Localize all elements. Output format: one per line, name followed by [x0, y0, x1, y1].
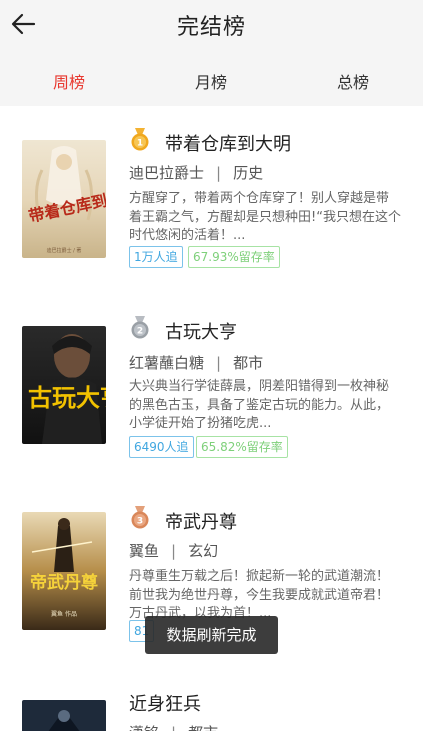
book-meta: 红薯蘸白糖 | 都市: [129, 352, 263, 373]
book-category: 都市: [233, 354, 264, 372]
tab-overall[interactable]: 总榜: [313, 69, 393, 93]
book-cover[interactable]: 古玩大亨: [22, 326, 106, 444]
book-item[interactable]: 近身狂兵 潇铭 | 都市: [0, 664, 423, 731]
tab-weekly[interactable]: 周榜: [29, 69, 109, 93]
book-cover[interactable]: [22, 700, 106, 731]
followers-tag: 1万人追: [129, 246, 183, 268]
book-meta: 翼鱼 | 玄幻: [129, 540, 218, 561]
bronze-medal-icon: 3: [130, 506, 150, 530]
book-item[interactable]: 带着仓库到大明 迪巴拉爵士 / 著 1 带着仓库到大明 迪巴拉爵士 | 历史 方醒穿…: [0, 106, 423, 286]
meta-separator: |: [171, 542, 177, 560]
retention-tag: 65.82%留存率: [196, 436, 288, 458]
svg-text:2: 2: [137, 327, 143, 337]
book-meta: 迪巴拉爵士 | 历史: [129, 162, 263, 183]
meta-separator: |: [216, 354, 222, 372]
silver-medal-icon: 2: [130, 316, 150, 340]
app-screen: 完结榜 周榜 月榜 总榜 带着仓库到大明 迪巴拉爵士 / 著 1 带着仓库到大明…: [0, 0, 423, 731]
book-title[interactable]: 近身狂兵: [129, 690, 201, 716]
book-meta: 潇铭 | 都市: [129, 722, 218, 731]
book-description: 大兴典当行学徒薛晨，阴差阳错得到一枚神秘的黑色古玉，具备了鉴定古玩的能力。从此，…: [129, 379, 390, 431]
book-cover[interactable]: 帝武丹尊 翼鱼 作品: [22, 512, 106, 630]
book-author: 翼鱼: [129, 542, 160, 560]
followers-tag: 6490人追: [129, 436, 194, 458]
book-category: 历史: [233, 164, 264, 182]
page-title: 完结榜: [176, 15, 246, 40]
svg-text:3: 3: [137, 517, 143, 527]
book-author: 潇铭: [129, 724, 159, 731]
book-title[interactable]: 帝武丹尊: [165, 508, 237, 534]
ranking-tabs: 周榜 月榜 总榜: [0, 52, 423, 106]
book-description: 方醒穿了，带着两个仓库穿了！别人穿越是带着王霸之气，方醒却是只想种田!“我只想在…: [129, 191, 401, 243]
tab-monthly[interactable]: 月榜: [171, 69, 251, 93]
svg-text:1: 1: [137, 139, 143, 149]
book-title[interactable]: 古玩大亨: [165, 318, 237, 344]
book-title[interactable]: 带着仓库到大明: [165, 130, 291, 156]
cover-title: 帝武丹尊: [30, 572, 98, 593]
cover-author: 翼鱼 作品: [51, 610, 77, 618]
book-cover[interactable]: 带着仓库到大明 迪巴拉爵士 / 著: [22, 140, 106, 258]
meta-separator: |: [171, 724, 176, 731]
refresh-toast: 数据刷新完成: [145, 616, 278, 654]
book-category: 玄幻: [188, 542, 219, 560]
book-author: 迪巴拉爵士: [129, 164, 205, 182]
retention-tag: 67.93%留存率: [188, 246, 280, 268]
book-item[interactable]: 古玩大亨 2 古玩大亨 红薯蘸白糖 | 都市 大兴典当行学徒薛晨，阴差阳错得到一枚神…: [0, 292, 423, 472]
book-category: 都市: [188, 724, 218, 731]
cover-author: 迪巴拉爵士 / 著: [47, 247, 82, 254]
book-author: 红薯蘸白糖: [129, 354, 205, 372]
gold-medal-icon: 1: [130, 128, 150, 152]
cover-title: 古玩大亨: [28, 383, 106, 412]
top-bar: 完结榜: [0, 0, 423, 52]
meta-separator: |: [216, 164, 222, 182]
